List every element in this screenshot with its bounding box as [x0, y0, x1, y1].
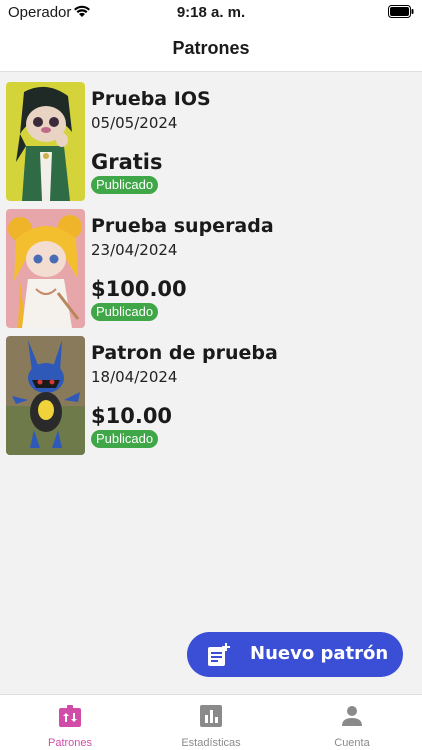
- pattern-price: $100.00: [91, 277, 187, 301]
- status-badge: Publicado: [91, 176, 159, 194]
- nav-bar: Patrones: [0, 26, 422, 72]
- status-bar: Operador 9:18 a. m.: [0, 0, 422, 26]
- clock: 9:18 a. m.: [176, 4, 246, 21]
- pattern-date: 23/04/2024: [91, 241, 178, 259]
- pattern-name: Prueba IOS: [91, 88, 211, 110]
- amigurumi-doll-image: [6, 82, 85, 201]
- pattern-name: Prueba superada: [91, 215, 274, 237]
- amigurumi-doll-image: [6, 209, 85, 328]
- battery-icon: [388, 5, 414, 18]
- bar-chart-icon: [200, 705, 222, 727]
- tab-estadisticas[interactable]: Estadísticas: [141, 695, 281, 750]
- status-badge: Publicado: [91, 303, 159, 321]
- amigurumi-toy-image: [6, 336, 85, 455]
- pattern-price: $10.00: [91, 404, 173, 428]
- tab-label: Patrones: [47, 737, 93, 749]
- tab-bar: Patrones Estadísticas Cuenta: [0, 694, 422, 750]
- tab-patrones[interactable]: Patrones: [0, 695, 140, 750]
- page-title: Patrones: [172, 38, 250, 58]
- pattern-date: 05/05/2024: [91, 114, 178, 132]
- pattern-card[interactable]: Patron de prueba 18/04/2024 $10.00 Publi…: [6, 336, 416, 455]
- tab-cuenta[interactable]: Cuenta: [282, 695, 422, 750]
- tab-label: Estadísticas: [181, 737, 241, 749]
- pattern-thumbnail: [6, 336, 85, 455]
- new-pattern-button[interactable]: Nuevo patrón: [187, 632, 403, 677]
- pattern-name: Patron de prueba: [91, 342, 278, 364]
- pattern-price: Gratis: [91, 150, 163, 174]
- person-icon: [342, 706, 362, 726]
- pattern-card[interactable]: Prueba IOS 05/05/2024 Gratis Publicado: [6, 82, 416, 201]
- new-pattern-label: Nuevo patrón: [250, 643, 389, 664]
- patterns-icon: [59, 705, 81, 727]
- pattern-date: 18/04/2024: [91, 368, 178, 386]
- new-document-icon: [208, 643, 230, 666]
- status-badge: Publicado: [91, 430, 159, 448]
- pattern-thumbnail: [6, 209, 85, 328]
- pattern-card[interactable]: Prueba superada 23/04/2024 $100.00 Publi…: [6, 209, 416, 328]
- tab-label: Cuenta: [334, 737, 370, 749]
- pattern-thumbnail: [6, 82, 85, 201]
